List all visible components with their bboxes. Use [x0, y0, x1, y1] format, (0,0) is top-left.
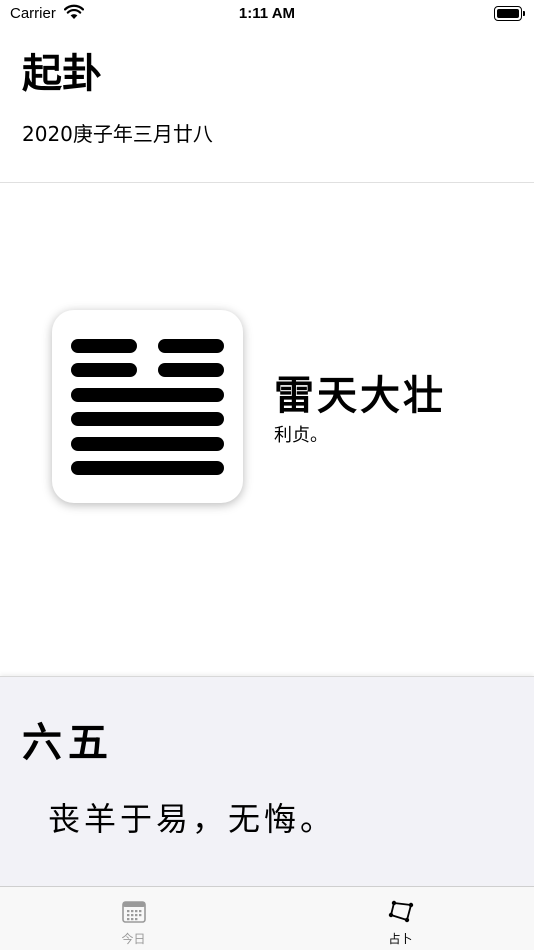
yang-line [71, 436, 224, 451]
hexagram-name: 雷天大壮 [274, 373, 446, 419]
yin-line-segment [71, 339, 137, 353]
line-text: 丧羊于易，无悔。 [48, 800, 337, 838]
tab-today-label: 今日 [121, 932, 146, 946]
line-detail-panel: 六五 丧羊于易，无悔。 [0, 676, 534, 887]
status-time: 1:11 AM [238, 5, 296, 22]
yin-line [71, 363, 224, 378]
status-bar: Carrier 1:11 AM [0, 0, 534, 28]
tab-divination-label: 占卜 [388, 932, 413, 946]
hexagram-symbol [71, 339, 224, 475]
lunar-date: 2020庚子年三月廿八 [22, 122, 213, 146]
yang-line [71, 412, 224, 427]
yin-line [71, 339, 224, 353]
yang-line-segment [71, 412, 224, 427]
tab-bar: 今日 占卜 [0, 886, 534, 950]
quadrilateral-icon [388, 899, 414, 925]
yin-line-segment [158, 339, 224, 353]
hexagram-judgment: 利贞。 [274, 425, 328, 446]
yang-line-segment [71, 436, 224, 451]
yin-line-segment [158, 363, 224, 378]
header-divider [0, 182, 534, 183]
yang-line-segment [71, 387, 224, 402]
tab-today[interactable]: 今日 [0, 887, 267, 950]
yin-line-segment [71, 363, 137, 378]
line-title: 六五 [22, 720, 114, 766]
tab-divination[interactable]: 占卜 [267, 887, 534, 950]
hexagram-card[interactable] [52, 310, 243, 503]
yang-line [71, 461, 224, 475]
calendar-icon [121, 899, 147, 925]
yang-line [71, 387, 224, 402]
battery-icon [494, 6, 526, 21]
yang-line-segment [71, 461, 224, 475]
page-title: 起卦 [22, 51, 102, 97]
